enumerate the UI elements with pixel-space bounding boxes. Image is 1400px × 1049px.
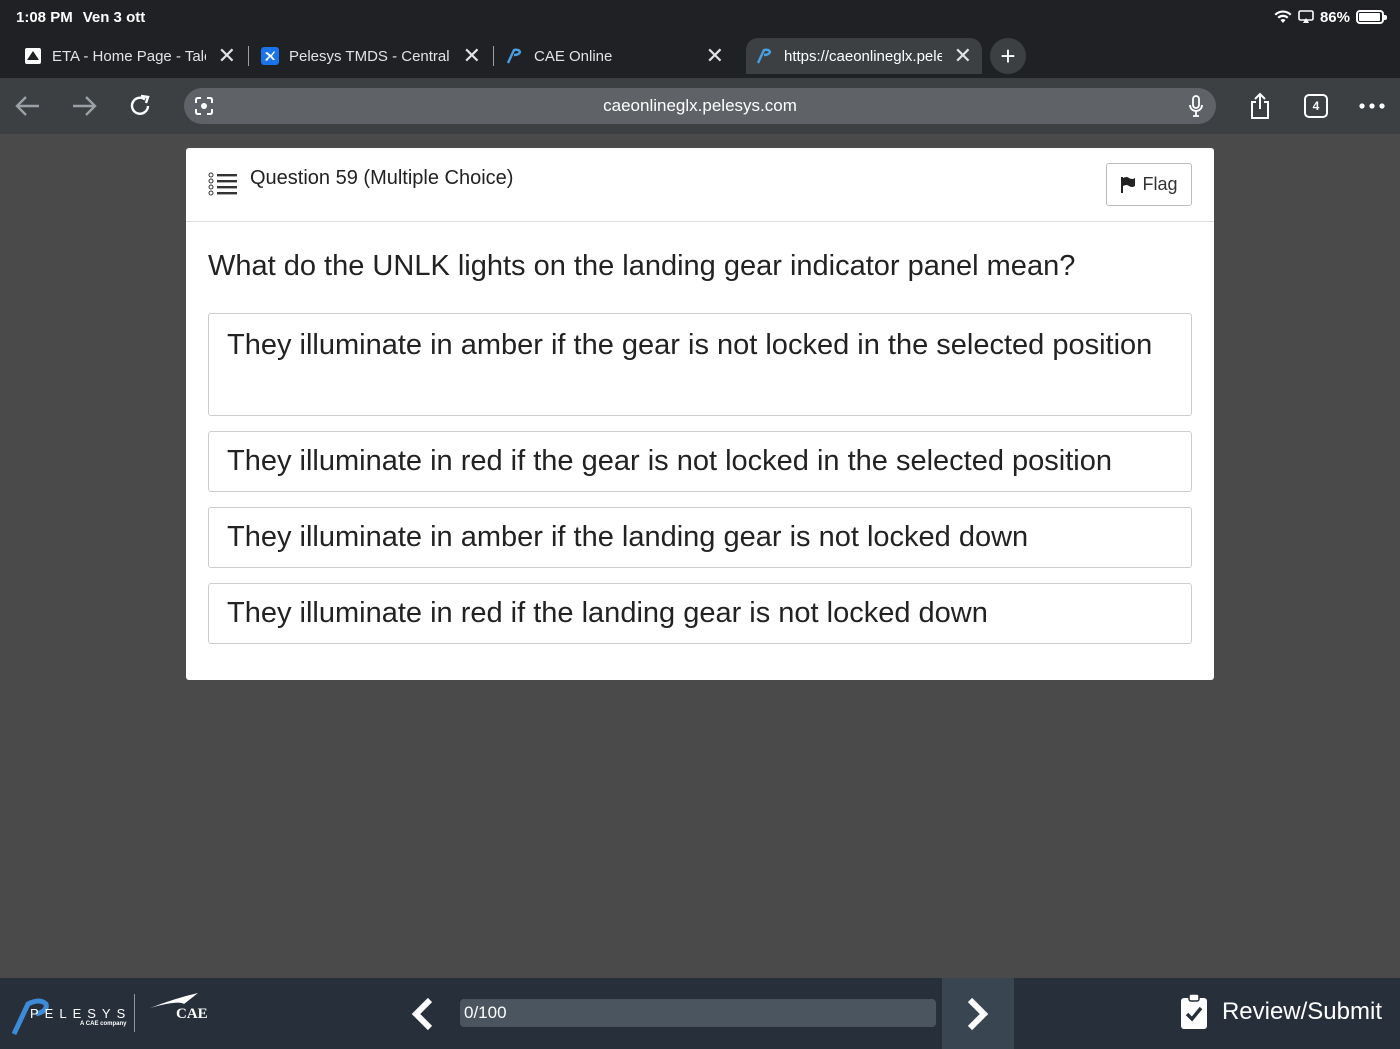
reload-icon (130, 94, 150, 115)
close-icon[interactable]: ✕ (954, 45, 972, 67)
review-submit-label: Review/Submit (1221, 998, 1382, 1025)
status-time: 1:08 PM (16, 8, 73, 26)
wifi-icon (1274, 10, 1292, 23)
microphone-icon[interactable] (1188, 95, 1204, 117)
tab-separator (248, 46, 249, 66)
close-icon[interactable]: ✕ (218, 45, 236, 67)
forward-button[interactable] (56, 78, 112, 134)
tab-label: https://caeonlineglx.pelesys.com (784, 47, 942, 65)
share-button[interactable] (1232, 78, 1288, 134)
cae-wordmark: CAE (176, 1006, 208, 1022)
question-title: Question 59 (Multiple Choice) (250, 167, 514, 189)
tab-eta-home[interactable]: ETA - Home Page - Talon ✕ (14, 38, 246, 74)
back-button[interactable] (0, 78, 56, 134)
reload-button[interactable] (112, 78, 168, 134)
answer-option-a[interactable]: They illuminate in amber if the gear is … (208, 313, 1192, 416)
tab-bar: ETA - Home Page - Talon ✕ Pelesys TMDS -… (0, 34, 1400, 78)
tab-cae-online[interactable]: CAE Online ✕ (496, 38, 734, 74)
tab-label: Pelesys TMDS - Central (289, 47, 450, 65)
answer-option-d[interactable]: They illuminate in red if the landing ge… (208, 583, 1192, 644)
question-list-icon[interactable] (208, 171, 238, 199)
status-bar: 1:08 PM Ven 3 ott 86% (0, 0, 1400, 34)
question-text: What do the UNLK lights on the landing g… (208, 250, 1076, 282)
chevron-right-icon (967, 997, 989, 1030)
battery-percent: 86% (1319, 8, 1350, 26)
airplane-favicon-icon (261, 47, 279, 65)
review-submit-button[interactable]: Review/Submit (1180, 994, 1382, 1030)
close-icon[interactable]: ✕ (463, 45, 481, 67)
status-date: Ven 3 ott (82, 8, 146, 26)
tab-switcher-button[interactable]: 4 (1288, 78, 1344, 134)
answer-option-b[interactable]: They illuminate in red if the gear is no… (208, 431, 1192, 492)
flag-icon (1121, 176, 1136, 193)
tab-caeonlineglx-active[interactable]: https://caeonlineglx.pelesys.com ✕ (746, 38, 982, 74)
question-card: Question 59 (Multiple Choice) Flag What … (186, 148, 1214, 680)
tab-label: CAE Online (534, 47, 613, 65)
share-icon (1251, 92, 1269, 119)
progress-bar: 0/100 (460, 999, 936, 1027)
pelesys-favicon-icon (506, 47, 524, 65)
clipboard-check-icon (1180, 994, 1207, 1029)
address-url: caeonlineglx.pelesys.com (603, 96, 797, 115)
pelesys-wordmark: PELESYS (30, 1006, 132, 1021)
eta-favicon-icon (24, 47, 42, 65)
answer-option-c[interactable]: They illuminate in amber if the landing … (208, 507, 1192, 568)
more-dots-icon (1359, 103, 1385, 109)
arrow-right-icon (73, 96, 97, 116)
flag-label: Flag (1142, 174, 1178, 194)
flag-button[interactable]: Flag (1106, 163, 1192, 206)
question-header: Question 59 (Multiple Choice) Flag (186, 148, 1214, 222)
tab-separator (493, 46, 494, 66)
toolbar-actions: 4 (1232, 78, 1400, 134)
browser-toolbar: caeonlineglx.pelesys.com 4 (0, 78, 1400, 134)
pelesys-favicon-icon (756, 47, 774, 65)
plus-icon: + (1000, 40, 1016, 71)
progress-text: 0/100 (464, 1003, 507, 1022)
tab-label: ETA - Home Page - Talon (52, 47, 206, 65)
answer-options: They illuminate in amber if the gear is … (208, 313, 1192, 659)
chevron-left-icon (411, 997, 433, 1031)
close-icon[interactable]: ✕ (706, 45, 724, 67)
pelesys-tagline: A CAE company (80, 1021, 127, 1027)
new-tab-button[interactable]: + (990, 38, 1026, 74)
exam-footer: PELESYS A CAE company CAE 0/100 Review/S… (0, 978, 1400, 1049)
address-bar[interactable]: caeonlineglx.pelesys.com (184, 88, 1216, 124)
logo-divider (134, 994, 135, 1032)
battery-icon (1356, 10, 1387, 24)
google-lens-icon[interactable] (194, 96, 214, 116)
screen-mirror-icon (1298, 10, 1314, 23)
arrow-left-icon (15, 96, 39, 116)
tab-pelesys-tmds[interactable]: Pelesys TMDS - Central ✕ (251, 38, 491, 74)
tab-count: 4 (1304, 94, 1328, 118)
status-right: 86% (1274, 8, 1387, 26)
next-question-button[interactable] (942, 978, 1014, 1049)
previous-question-button[interactable] (400, 988, 444, 1040)
more-menu-button[interactable] (1344, 78, 1400, 134)
